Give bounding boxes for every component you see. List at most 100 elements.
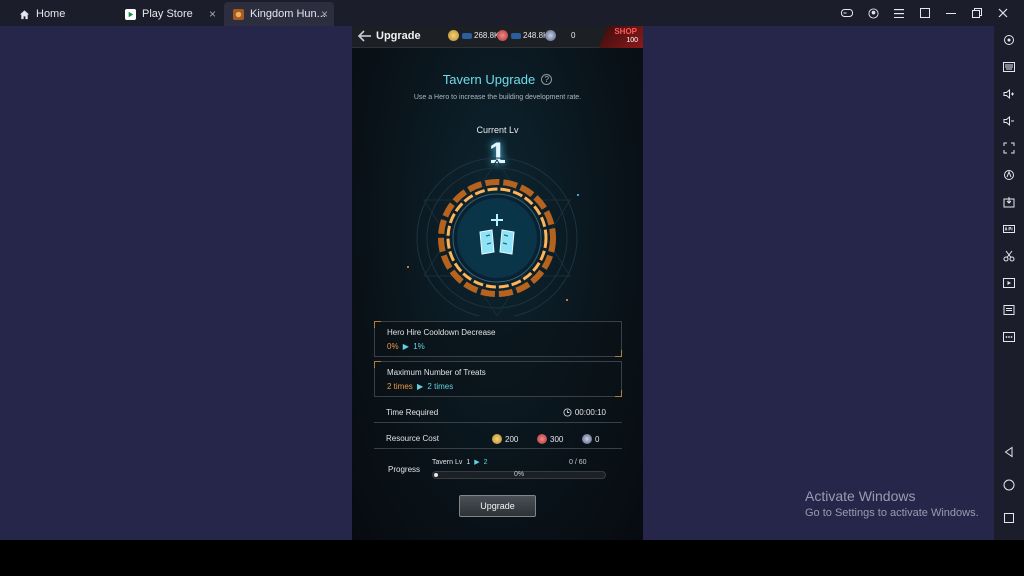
ore-icon [545, 30, 556, 41]
tavern-emblem-icon [416, 157, 578, 316]
keyboard-icon[interactable] [999, 57, 1019, 77]
stat-from: 2 times [387, 382, 413, 391]
stat-from: 0% [387, 342, 399, 351]
stat-to: 1% [413, 342, 425, 351]
cost-ore-value: 0 [595, 434, 600, 444]
ember-particle [407, 266, 409, 268]
progress-count: 0 / 60 [569, 459, 587, 466]
apk-icon[interactable] [999, 219, 1019, 239]
gold-coin-icon [448, 30, 459, 41]
tab-play-store[interactable]: Play Store × [116, 2, 222, 26]
game-top-bar: Upgrade 268.8K 248.8K 0 SHOP 100 [352, 26, 643, 48]
screenshot-icon[interactable] [999, 138, 1019, 158]
settings-icon[interactable] [999, 30, 1019, 50]
shop-label: SHOP [614, 27, 637, 36]
current-level-label: Current Lv [476, 125, 519, 135]
android-recents-icon[interactable] [999, 508, 1019, 528]
play-arrow-icon: ▶ [417, 382, 424, 391]
window-close-icon[interactable] [990, 4, 1016, 22]
meat-bar [511, 32, 521, 39]
expand-icon[interactable] [912, 4, 938, 22]
shop-button[interactable]: SHOP 100 [599, 26, 643, 48]
progress-building: Tavern Lv [432, 458, 463, 466]
gold-bar [462, 32, 472, 39]
ember-particle [577, 194, 579, 196]
upgrade-subtitle: Use a Hero to increase the building deve… [413, 94, 582, 101]
stat-card-cooldown: Hero Hire Cooldown Decrease 0% ▶ 1% [374, 321, 622, 357]
heading-text: Tavern Upgrade [442, 72, 536, 87]
play-arrow-icon: ▶ [474, 459, 480, 466]
stat-title: Maximum Number of Treats [387, 368, 486, 377]
resource-cost-label: Resource Cost [386, 434, 439, 443]
time-required-row: Time Required 00:00:10 [374, 403, 622, 423]
title-bar: Home Play Store × Kingdom Hun... × [0, 0, 1024, 26]
rotate-icon[interactable] [999, 165, 1019, 185]
emulator-sidebar [994, 26, 1024, 540]
close-icon[interactable]: × [209, 7, 216, 21]
upgrade-heading: Tavern Upgrade? [352, 72, 643, 87]
clock-icon [563, 408, 572, 417]
tab-play-store-label: Play Store [142, 8, 193, 20]
play-arrow-icon: ▶ [402, 342, 409, 351]
clipboard-icon[interactable] [999, 300, 1019, 320]
menu-icon[interactable] [886, 4, 912, 22]
game-screen: Upgrade 268.8K 248.8K 0 SHOP 100 Tavern … [352, 26, 643, 540]
upgrade-button[interactable]: Upgrade [459, 495, 536, 517]
cost-gold: 200 [492, 434, 518, 444]
progress-from: 1 [466, 458, 471, 466]
more-icon[interactable] [999, 327, 1019, 347]
progress-level: Tavern Lv 1 ▶ 2 [432, 458, 488, 467]
time-required-value: 00:00:10 [574, 408, 606, 417]
ore-amount: 0 [571, 31, 576, 40]
ore-resource: 0 [545, 30, 575, 41]
progress-bar: 0% [432, 471, 606, 479]
install-apk-icon[interactable] [999, 192, 1019, 212]
back-arrow-icon[interactable] [357, 30, 372, 45]
meat-icon [537, 434, 547, 444]
play-store-icon [124, 8, 136, 20]
stat-title: Hero Hire Cooldown Decrease [387, 328, 496, 337]
ore-icon [582, 434, 592, 444]
cost-ore: 0 [582, 434, 599, 444]
scissors-icon[interactable] [999, 246, 1019, 266]
tab-home-label: Home [36, 8, 66, 20]
android-back-icon[interactable] [999, 442, 1019, 462]
resource-cost-row: Resource Cost 200 300 0 [374, 429, 622, 449]
page-title: Upgrade [376, 30, 421, 42]
tab-kingdom-hunter[interactable]: Kingdom Hun... × [224, 2, 334, 26]
close-icon[interactable]: × [321, 7, 328, 21]
restore-icon[interactable] [964, 4, 990, 22]
volume-up-icon[interactable] [999, 84, 1019, 104]
gold-amount: 268.8K [474, 31, 500, 40]
gold-resource: 268.8K [448, 30, 499, 41]
android-home-icon[interactable] [999, 475, 1019, 495]
activate-windows-subtitle: Go to Settings to activate Windows. [805, 507, 979, 519]
game-icon [232, 8, 244, 20]
meat-icon [497, 30, 508, 41]
ember-particle [566, 299, 568, 301]
minimize-icon[interactable] [938, 4, 964, 22]
time-required-value-wrap: 00:00:10 [563, 408, 606, 417]
window-controls [834, 4, 1016, 22]
time-required-label: Time Required [386, 408, 439, 417]
activate-windows-title: Activate Windows [805, 488, 916, 504]
cost-meat: 300 [537, 434, 563, 444]
gem-count: 100 [626, 37, 638, 44]
home-icon [18, 8, 30, 20]
gamepad-icon[interactable] [834, 4, 860, 22]
account-icon[interactable] [860, 4, 886, 22]
media-icon[interactable] [999, 273, 1019, 293]
gold-coin-icon [492, 434, 502, 444]
tab-kingdom-hunter-label: Kingdom Hun... [250, 8, 326, 20]
tab-home[interactable]: Home [10, 2, 110, 26]
help-icon[interactable]: ? [541, 74, 553, 85]
bottom-letterbox [0, 540, 1024, 576]
progress-to: 2 [483, 458, 488, 466]
stat-values: 0% ▶ 1% [387, 342, 425, 351]
volume-down-icon[interactable] [999, 111, 1019, 131]
cost-meat-value: 300 [550, 434, 564, 444]
stat-card-treats: Maximum Number of Treats 2 times ▶ 2 tim… [374, 361, 622, 397]
cost-gold-value: 200 [505, 434, 519, 444]
meat-resource: 248.8K [497, 30, 548, 41]
stat-values: 2 times ▶ 2 times [387, 382, 453, 391]
